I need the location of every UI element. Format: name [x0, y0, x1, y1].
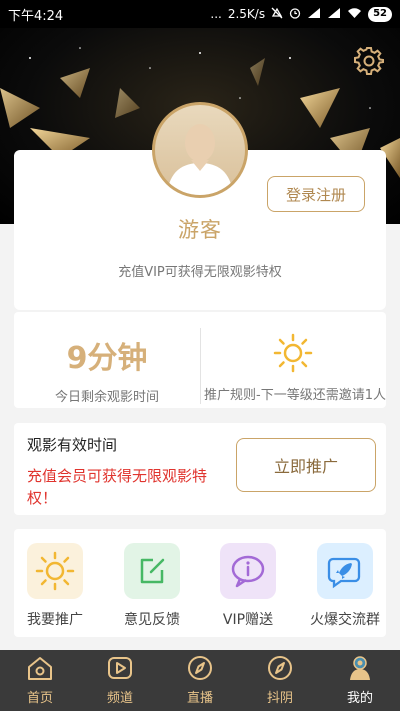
bottom-tab-bar: 首页 频道 直播 抖阴 我的 — [0, 650, 400, 711]
tab-label: 频道 — [106, 691, 133, 706]
status-time: 下午4:24 — [8, 8, 64, 24]
signal-icon-2 — [327, 7, 341, 22]
tab-label: 抖阴 — [266, 691, 293, 706]
grid-item-label: 意见反馈 — [124, 612, 180, 628]
grid-item-feedback[interactable]: 意见反馈 — [107, 543, 197, 629]
remaining-minutes-label: 今日剩余观影时间 — [54, 390, 159, 405]
username: 游客 — [178, 218, 222, 242]
tab-label: 直播 — [186, 691, 213, 706]
rocket-icon — [317, 543, 373, 599]
login-register-button[interactable]: 登录注册 — [267, 176, 365, 212]
vip-tip: 充值VIP可获得无限观影特权 — [118, 265, 282, 280]
promote-now-button[interactable]: 立即推广 — [236, 438, 376, 492]
tab-douyin[interactable]: 抖阴 — [240, 650, 320, 711]
grid-item-vip-gift[interactable]: VIP赠送 — [203, 543, 293, 629]
sun-icon — [27, 543, 83, 599]
network-speed: 2.5K/s — [227, 7, 266, 21]
grid-item-promote[interactable]: 我要推广 — [10, 543, 100, 629]
mute-icon — [271, 7, 283, 22]
status-bar: 下午4:24 ... 2.5K/s 52 — [0, 0, 400, 28]
compass-icon — [186, 655, 214, 685]
tab-home[interactable]: 首页 — [0, 650, 80, 711]
validity-title: 观影有效时间 — [27, 436, 118, 454]
remaining-minutes: 9分钟 — [66, 341, 148, 376]
battery-icon: 52 — [368, 6, 392, 22]
compass-icon — [266, 655, 294, 685]
grid-item-label: 火爆交流群 — [310, 612, 380, 628]
tab-label: 首页 — [26, 691, 53, 706]
validity-tip: 充值会员可获得无限观影特权！ — [27, 467, 208, 507]
play-icon — [106, 655, 134, 685]
feedback-icon — [124, 543, 180, 599]
user-icon — [346, 655, 374, 685]
info-bubble-icon — [220, 543, 276, 599]
promotion-rule-link[interactable]: 推广规则-下一等级还需邀请1人 — [200, 384, 390, 403]
signal-icon — [307, 7, 321, 22]
grid-item-group-chat[interactable]: 火爆交流群 — [300, 543, 390, 629]
tab-channel[interactable]: 频道 — [80, 650, 160, 711]
tab-label: 我的 — [346, 691, 373, 706]
sun-icon[interactable] — [273, 333, 313, 373]
wifi-icon — [347, 7, 362, 22]
default-avatar-icon — [167, 124, 233, 195]
avatar[interactable] — [152, 102, 248, 198]
alarm-icon — [289, 7, 301, 22]
grid-item-label: VIP赠送 — [222, 612, 274, 628]
home-icon — [26, 655, 54, 685]
status-dots: ... — [210, 7, 222, 21]
tab-live[interactable]: 直播 — [160, 650, 240, 711]
tab-mine[interactable]: 我的 — [320, 650, 400, 711]
settings-gear-icon[interactable] — [354, 46, 384, 76]
grid-item-label: 我要推广 — [27, 612, 83, 628]
